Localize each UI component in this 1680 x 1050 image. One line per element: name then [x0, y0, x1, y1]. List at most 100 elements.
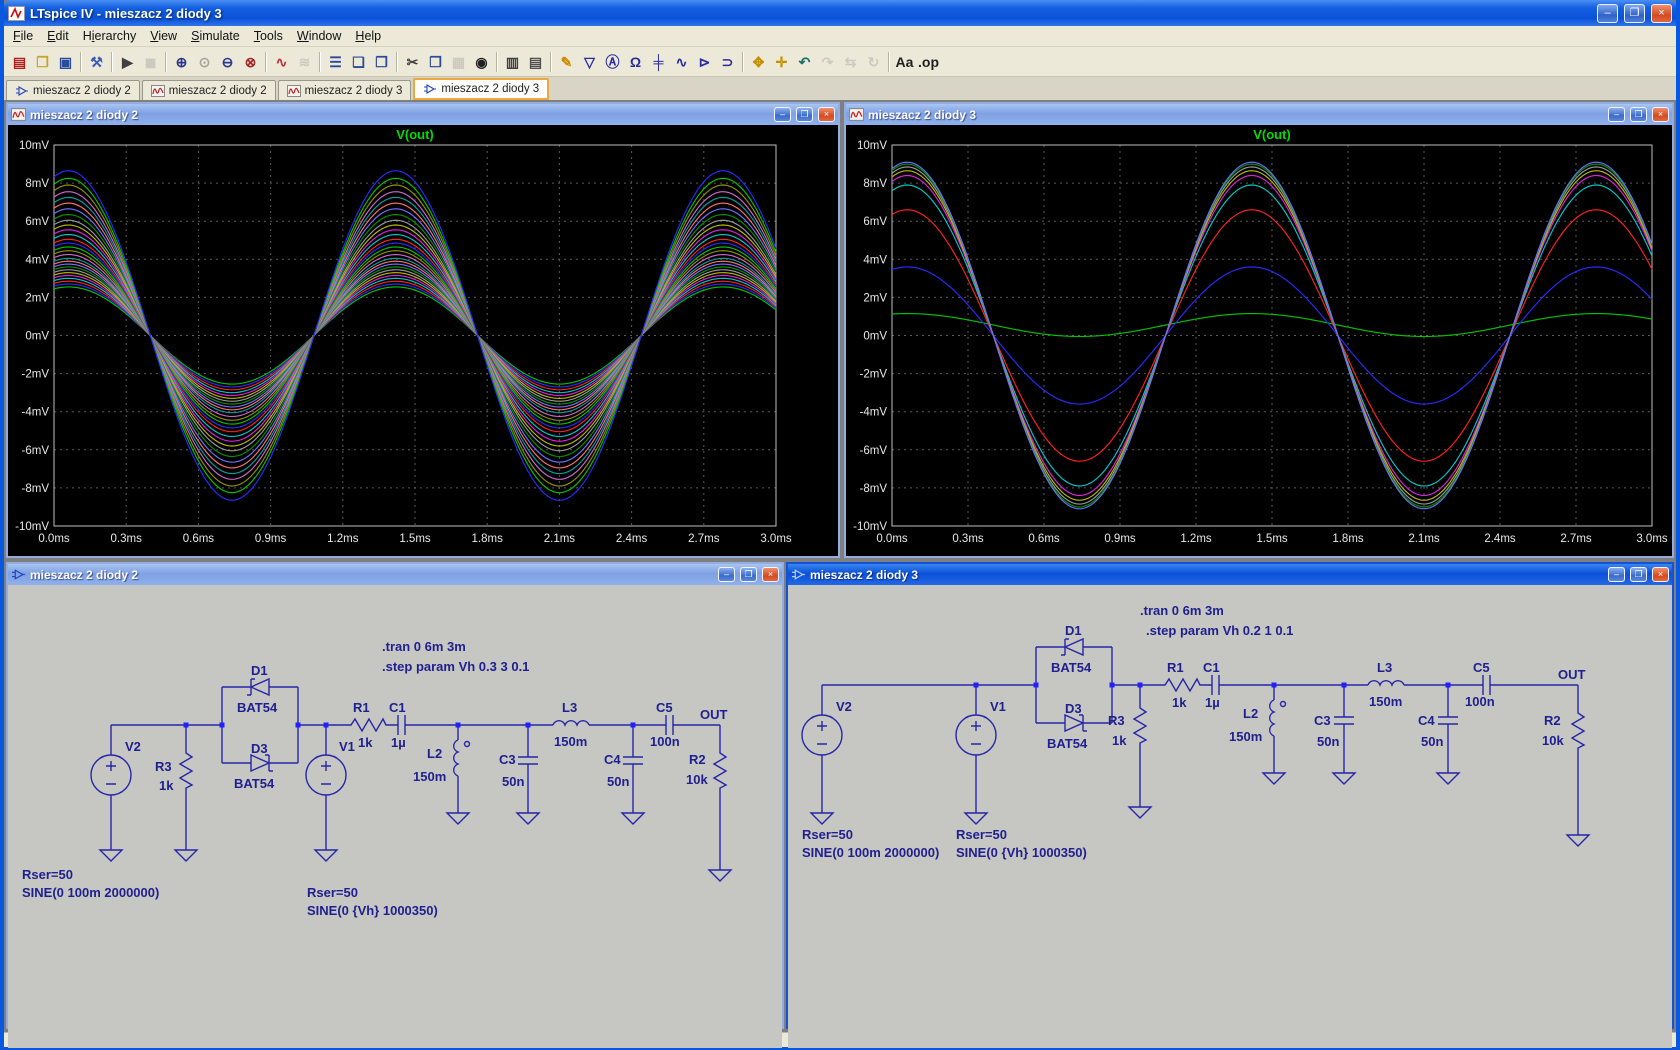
capacitor-c5[interactable]: [666, 715, 673, 735]
diode-d1[interactable]: [1061, 639, 1083, 655]
spice-directive-tran[interactable]: .tran 0 6m 3m: [1140, 603, 1224, 618]
child-title-bar[interactable]: mieszacz 2 diody 3 – ❐ ×: [846, 104, 1672, 125]
autorange-waveform-button[interactable]: ∿: [270, 50, 293, 73]
spice-directive-step[interactable]: .step param Vh 0.3 3 0.1: [382, 659, 529, 674]
resistor-r1[interactable]: [1162, 679, 1203, 691]
menu-tools[interactable]: Tools: [247, 27, 290, 45]
capacitor-c4[interactable]: [1438, 717, 1458, 724]
undo-button[interactable]: ↶: [793, 50, 816, 73]
print-preview-button[interactable]: ▥: [501, 50, 524, 73]
place-diode-button[interactable]: ⊳: [693, 50, 716, 73]
copy-button[interactable]: ❒: [424, 50, 447, 73]
menu-view[interactable]: View: [143, 27, 184, 45]
open-file-button[interactable]: ❐: [31, 50, 54, 73]
child-title-bar[interactable]: mieszacz 2 diody 2 – ❐ ×: [8, 104, 838, 125]
tab-waveform-mieszacz-2-diody-3[interactable]: mieszacz 2 diody 3: [278, 80, 412, 100]
inductor-l2[interactable]: [1270, 700, 1274, 736]
ground-symbol: [1567, 835, 1589, 846]
tab-schematic-mieszacz-2-diody-2[interactable]: mieszacz 2 diody 2: [6, 80, 140, 100]
minimize-button[interactable]: –: [1597, 4, 1618, 23]
close-button[interactable]: ×: [1651, 4, 1672, 23]
waveform-plot[interactable]: 0.0ms0.3ms0.6ms0.9ms1.2ms1.5ms1.8ms2.1ms…: [846, 125, 1672, 556]
schematic-canvas[interactable]: .tran 0 6m 3m .step param Vh 0.2 1 0.1 D…: [788, 585, 1672, 1048]
spice-directive-tran[interactable]: .tran 0 6m 3m: [382, 639, 466, 654]
capacitor-c3[interactable]: [1334, 717, 1354, 724]
move-button[interactable]: ✥: [747, 50, 770, 73]
menu-hierarchy[interactable]: Hierarchy: [76, 27, 144, 45]
place-text-button[interactable]: Aa: [893, 50, 916, 73]
voltage-source-v2[interactable]: [802, 715, 842, 755]
zoom-out-button[interactable]: ⊖: [216, 50, 239, 73]
close-button[interactable]: ×: [1652, 567, 1669, 582]
capacitor-c4[interactable]: [623, 757, 643, 764]
diode-d3[interactable]: [1065, 715, 1087, 731]
find-button[interactable]: ◉: [470, 50, 493, 73]
tab-waveform-mieszacz-2-diody-2[interactable]: mieszacz 2 diody 2: [142, 80, 276, 100]
capacitor-c5[interactable]: [1483, 675, 1490, 695]
place-inductor-button[interactable]: ∿: [670, 50, 693, 73]
close-button[interactable]: ×: [762, 567, 779, 582]
save-button[interactable]: ▣: [54, 50, 77, 73]
minimize-button[interactable]: –: [774, 107, 791, 122]
inductor-l2[interactable]: [454, 740, 458, 776]
capacitor-c1[interactable]: [1212, 675, 1219, 695]
place-net-label-button[interactable]: Ⓐ: [601, 50, 624, 73]
spice-directive-button[interactable]: .op: [916, 50, 941, 73]
spice-directive-step[interactable]: .step param Vh 0.2 1 0.1: [1146, 623, 1293, 638]
print-button[interactable]: ▤: [524, 50, 547, 73]
close-button[interactable]: ×: [1652, 107, 1669, 122]
minimize-button[interactable]: –: [1608, 567, 1625, 582]
run-simulation-button[interactable]: ▶: [116, 50, 139, 73]
place-component-button[interactable]: ⊃: [716, 50, 739, 73]
place-ground-button[interactable]: ▽: [578, 50, 601, 73]
maximize-button[interactable]: ❐: [1630, 107, 1647, 122]
tile-horizontally-button[interactable]: ☰: [324, 50, 347, 73]
resistor-r3[interactable]: [180, 750, 192, 791]
resistor-r3[interactable]: [1134, 705, 1146, 746]
capacitor-c3[interactable]: [518, 757, 538, 764]
tile-windows-button[interactable]: ❐: [370, 50, 393, 73]
waveform-plot-area[interactable]: 0.0ms0.3ms0.6ms0.9ms1.2ms1.5ms1.8ms2.1ms…: [846, 125, 1672, 556]
child-title-bar[interactable]: mieszacz 2 diody 3 – ❐ ×: [788, 564, 1672, 585]
maximize-button[interactable]: ❐: [1630, 567, 1647, 582]
resistor-r2[interactable]: [714, 750, 726, 791]
resistor-r1[interactable]: [348, 719, 389, 731]
tab-schematic-mieszacz-2-diody-3[interactable]: mieszacz 2 diody 3: [413, 78, 549, 100]
cut-button[interactable]: ✂: [401, 50, 424, 73]
draw-wire-button[interactable]: ✎: [555, 50, 578, 73]
maximize-button[interactable]: ❐: [1624, 4, 1645, 23]
control-panel-button[interactable]: ⚒: [85, 50, 108, 73]
inductor-l3[interactable]: [553, 721, 589, 725]
component-value: BAT54: [1051, 660, 1092, 675]
menu-file[interactable]: File: [6, 27, 40, 45]
main-title-bar[interactable]: LTspice IV - mieszacz 2 diody 3 – ❐ ×: [4, 0, 1676, 26]
menu-simulate[interactable]: Simulate: [184, 27, 247, 45]
maximize-button[interactable]: ❐: [740, 567, 757, 582]
voltage-source-v1[interactable]: [306, 755, 346, 795]
diode-d1[interactable]: [247, 679, 269, 695]
waveform-plot-area[interactable]: 0.0ms0.3ms0.6ms0.9ms1.2ms1.5ms1.8ms2.1ms…: [8, 125, 838, 556]
diode-d3[interactable]: [251, 755, 273, 771]
voltage-source-v2[interactable]: [91, 755, 131, 795]
menu-window[interactable]: Window: [290, 27, 348, 45]
minimize-button[interactable]: –: [718, 567, 735, 582]
inductor-l3[interactable]: [1368, 681, 1404, 685]
new-schematic-button[interactable]: ▤: [8, 50, 31, 73]
resistor-r2[interactable]: [1572, 710, 1584, 751]
capacitor-c1[interactable]: [398, 715, 405, 735]
schematic-canvas[interactable]: .tran 0 6m 3m .step param Vh 0.3 3 0.1 D…: [8, 585, 782, 1048]
minimize-button[interactable]: –: [1608, 107, 1625, 122]
place-capacitor-button[interactable]: ╪: [647, 50, 670, 73]
cascade-windows-button[interactable]: ❏: [347, 50, 370, 73]
waveform-plot[interactable]: 0.0ms0.3ms0.6ms0.9ms1.2ms1.5ms1.8ms2.1ms…: [8, 125, 838, 556]
place-resistor-button[interactable]: Ω: [624, 50, 647, 73]
drag-button[interactable]: ✛: [770, 50, 793, 73]
child-title-bar[interactable]: mieszacz 2 diody 2 – ❐ ×: [8, 564, 782, 585]
close-button[interactable]: ×: [818, 107, 835, 122]
maximize-button[interactable]: ❐: [796, 107, 813, 122]
zoom-full-extents-button[interactable]: ⊗: [239, 50, 262, 73]
voltage-source-v1[interactable]: [956, 715, 996, 755]
menu-help[interactable]: Help: [348, 27, 388, 45]
menu-edit[interactable]: Edit: [40, 27, 76, 45]
zoom-in-button[interactable]: ⊕: [170, 50, 193, 73]
